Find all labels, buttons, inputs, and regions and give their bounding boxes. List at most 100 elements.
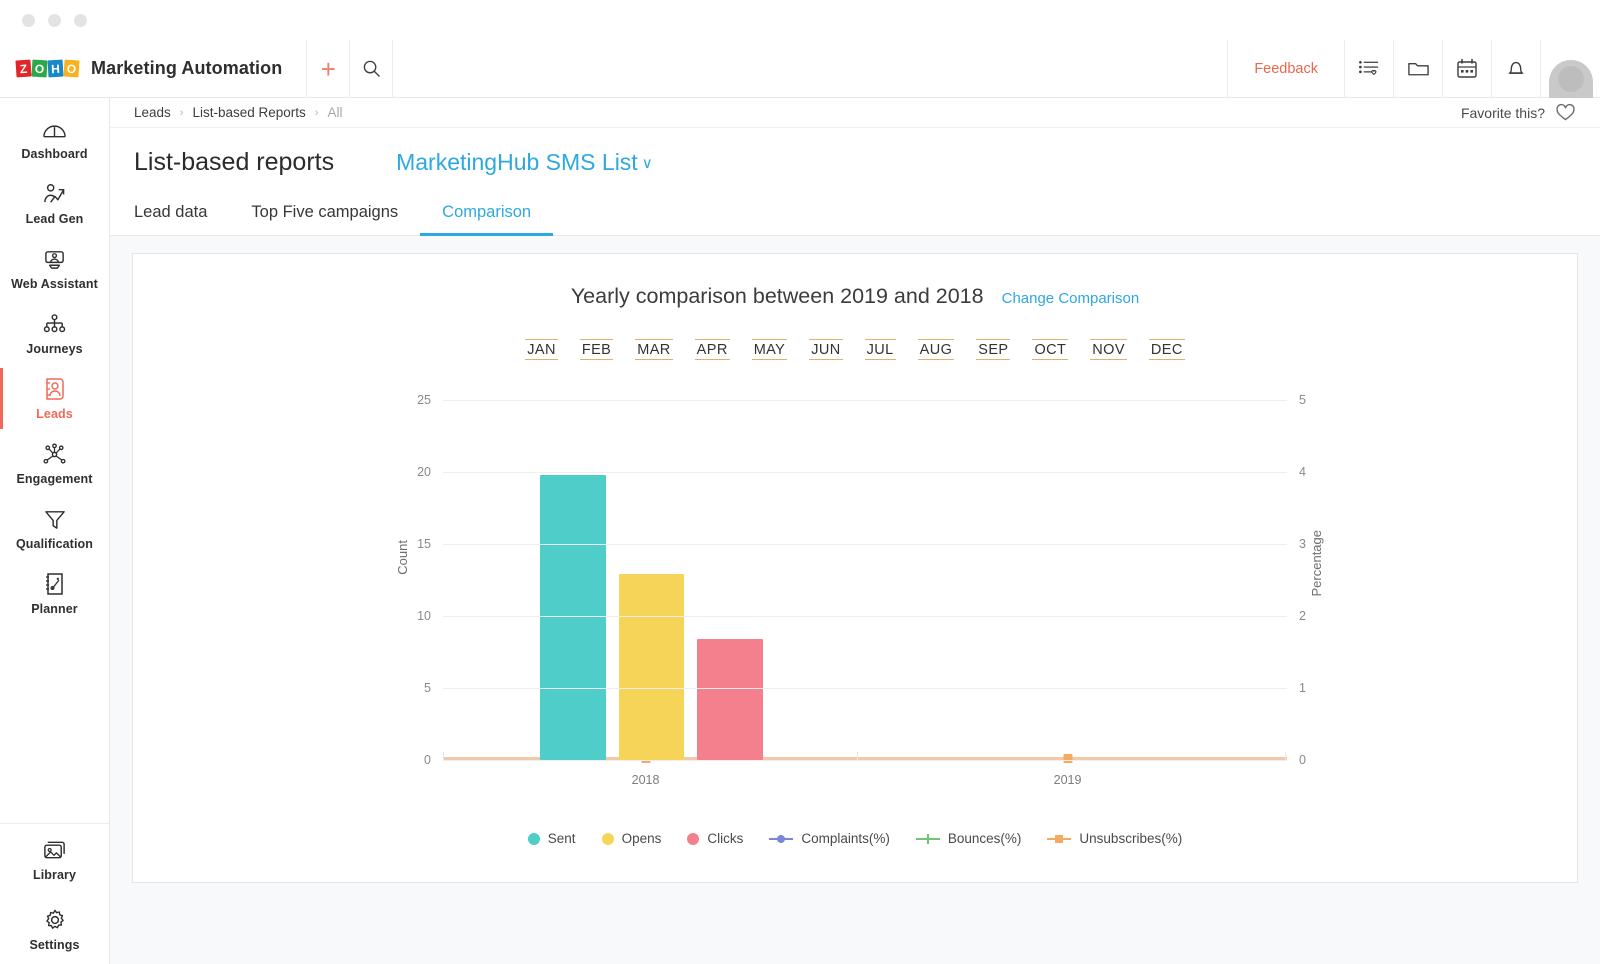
favorites-list-icon: [1358, 59, 1381, 79]
leads-icon: [42, 377, 68, 401]
window-minimize-dot[interactable]: [48, 14, 61, 27]
chart-plot: Count Percentage 2018: [133, 400, 1577, 800]
plus-icon: +: [321, 56, 336, 82]
y-axis-left-tick-label: 25: [417, 393, 431, 407]
legend-item-sent[interactable]: Sent: [528, 831, 576, 846]
month-mar[interactable]: MAR: [635, 339, 672, 360]
tab-bar: Lead data Top Five campaigns Comparison: [110, 183, 1600, 236]
month-jul[interactable]: JUL: [865, 339, 896, 360]
feedback-button[interactable]: Feedback: [1228, 40, 1344, 98]
gridline: [443, 544, 1287, 545]
month-filter-row: JAN FEB MAR APR MAY JUN JUL AUG SEP OCT …: [133, 339, 1577, 360]
legend-item-unsubscribes[interactable]: Unsubscribes(%): [1047, 831, 1182, 846]
sidebar-item-library[interactable]: Library: [0, 824, 109, 894]
chevron-down-icon: ∨: [642, 154, 653, 172]
notifications-button[interactable]: [1491, 40, 1540, 98]
legend-swatch-opens: [602, 833, 614, 845]
y-axis-left-tick-label: 5: [424, 681, 431, 695]
breadcrumb-item-list-based-reports[interactable]: List-based Reports: [192, 105, 305, 120]
legend-swatch-clicks: [687, 833, 699, 845]
bar-clicks-2018[interactable]: [697, 639, 763, 760]
change-comparison-link[interactable]: Change Comparison: [1002, 290, 1140, 307]
legend-item-bounces[interactable]: Bounces(%): [916, 831, 1022, 846]
brand: Z O H O Marketing Automation: [0, 58, 282, 79]
sidebar-bottom-nav: Library Settings: [0, 823, 109, 964]
favorite-this-label[interactable]: Favorite this?: [1461, 105, 1545, 121]
sidebar-item-planner[interactable]: Planner: [0, 561, 109, 626]
sidebar-item-label: Web Assistant: [11, 277, 98, 291]
chart-title: Yearly comparison between 2019 and 2018: [571, 284, 984, 309]
legend-label: Clicks: [707, 831, 743, 846]
list-selector-label: MarketingHub SMS List: [396, 149, 638, 176]
zoho-logo-letter: O: [63, 59, 79, 77]
page-header: List-based reports MarketingHub SMS List…: [110, 128, 1600, 177]
sidebar-item-lead-gen[interactable]: Lead Gen: [0, 171, 109, 236]
month-sep[interactable]: SEP: [976, 339, 1010, 360]
bar-opens-2018[interactable]: [619, 574, 685, 760]
month-jun[interactable]: JUN: [809, 339, 842, 360]
sidebar-item-label: Lead Gen: [26, 212, 84, 226]
sidebar-item-label: Dashboard: [21, 147, 87, 161]
folder-button[interactable]: [1393, 40, 1442, 98]
breadcrumb-item-leads[interactable]: Leads: [134, 105, 171, 120]
tab-comparison[interactable]: Comparison: [420, 197, 553, 236]
month-oct[interactable]: OCT: [1032, 339, 1068, 360]
month-feb[interactable]: FEB: [580, 339, 613, 360]
speedometer-icon: [42, 117, 68, 141]
bar-sent-2018[interactable]: [540, 475, 606, 760]
window-maximize-dot[interactable]: [74, 14, 87, 27]
sidebar-item-label: Library: [33, 868, 76, 882]
search-button[interactable]: [350, 40, 392, 98]
sidebar-main-nav: Dashboard Lead Gen: [0, 98, 109, 626]
window-close-dot[interactable]: [22, 14, 35, 27]
calendar-button[interactable]: [1442, 40, 1491, 98]
sidebar-item-qualification[interactable]: Qualification: [0, 496, 109, 561]
sidebar-item-label: Settings: [29, 938, 79, 952]
gridline: [443, 400, 1287, 401]
legend-label: Opens: [622, 831, 662, 846]
app-title: Marketing Automation: [91, 58, 282, 79]
sidebar-item-label: Journeys: [26, 342, 82, 356]
sidebar-item-web-assistant[interactable]: Web Assistant: [0, 236, 109, 301]
legend-item-opens[interactable]: Opens: [602, 831, 662, 846]
y-axis-right-tick-label: 4: [1299, 465, 1306, 479]
month-dec[interactable]: DEC: [1149, 339, 1185, 360]
sidebar: Dashboard Lead Gen: [0, 98, 110, 964]
sidebar-item-journeys[interactable]: Journeys: [0, 301, 109, 366]
unsubscribes-marker-2019[interactable]: [1063, 754, 1072, 763]
zoho-logo-icon: Z O H O: [16, 60, 79, 77]
user-avatar-button[interactable]: [1540, 40, 1600, 98]
sidebar-item-dashboard[interactable]: Dashboard: [0, 106, 109, 171]
legend-item-complaints[interactable]: Complaints(%): [769, 831, 890, 846]
heart-icon[interactable]: [1555, 103, 1576, 122]
list-selector-dropdown[interactable]: MarketingHub SMS List ∨: [396, 149, 653, 176]
legend-item-clicks[interactable]: Clicks: [687, 831, 743, 846]
folder-icon: [1407, 59, 1430, 79]
sidebar-item-engagement[interactable]: Engagement: [0, 431, 109, 496]
gridline: [443, 472, 1287, 473]
month-nov[interactable]: NOV: [1090, 339, 1127, 360]
breadcrumb: Leads › List-based Reports › All: [134, 105, 342, 120]
tab-top-five-campaigns[interactable]: Top Five campaigns: [229, 197, 420, 236]
month-aug[interactable]: AUG: [918, 339, 955, 360]
sidebar-item-leads[interactable]: Leads: [0, 366, 109, 431]
favorites-list-button[interactable]: [1344, 40, 1393, 98]
gridline: [443, 760, 1287, 761]
sidebar-item-label: Planner: [31, 602, 78, 616]
calendar-icon: [1456, 58, 1478, 79]
sidebar-item-label: Qualification: [16, 537, 93, 551]
month-apr[interactable]: APR: [695, 339, 730, 360]
bell-icon: [1506, 58, 1526, 79]
tab-lead-data[interactable]: Lead data: [134, 197, 229, 236]
breadcrumb-bar: Leads › List-based Reports › All Favorit…: [110, 98, 1600, 128]
month-may[interactable]: MAY: [752, 339, 788, 360]
add-new-button[interactable]: +: [307, 40, 349, 98]
sidebar-item-settings[interactable]: Settings: [0, 894, 109, 964]
y-axis-left-tick-label: 20: [417, 465, 431, 479]
month-jan[interactable]: JAN: [525, 339, 558, 360]
y-axis-left-title: Count: [395, 540, 410, 575]
journeys-icon: [42, 312, 68, 336]
legend-swatch-bounces: [916, 833, 940, 845]
zoho-logo-letter: Z: [15, 59, 31, 77]
y-axis-right-tick-label: 0: [1299, 753, 1306, 767]
